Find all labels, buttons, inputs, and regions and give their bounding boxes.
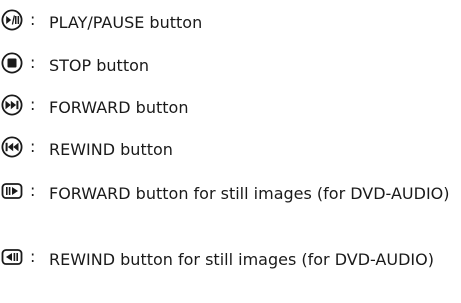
legend-separator: : (30, 10, 36, 29)
rewind-icon (1, 136, 23, 158)
legend-description: REWIND button for still images (for DVD-… (49, 250, 434, 269)
legend-separator: : (30, 181, 36, 200)
stop-icon (1, 52, 23, 74)
still-forward-icon (1, 180, 23, 202)
legend-separator: : (30, 247, 36, 266)
still-rewind-icon (1, 246, 23, 268)
legend-description: STOP button (49, 56, 150, 75)
legend-separator: : (30, 53, 36, 72)
legend-separator: : (30, 95, 36, 114)
legend-description: PLAY/PAUSE button (49, 13, 203, 32)
legend-description: FORWARD button for still images (for DVD… (49, 184, 450, 203)
legend-description: FORWARD button (49, 98, 189, 117)
button-legend: : PLAY/PAUSE button : STOP button : FORW… (0, 0, 461, 303)
play-pause-icon (1, 9, 23, 31)
legend-description: REWIND button (49, 140, 173, 159)
legend-separator: : (30, 137, 36, 156)
forward-icon (1, 94, 23, 116)
